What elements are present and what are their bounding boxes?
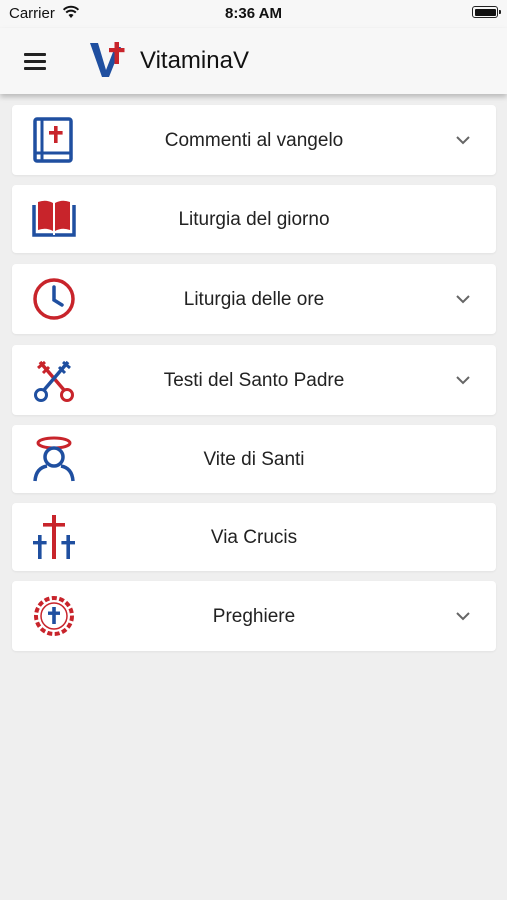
- list-item-label: Via Crucis: [210, 527, 298, 548]
- chevron-down-icon[interactable]: [455, 291, 471, 307]
- list-item[interactable]: Via Crucis: [12, 503, 496, 571]
- list-item-label: Liturgia del giorno: [178, 209, 330, 230]
- battery-icon: [472, 6, 501, 18]
- app-title: VitaminaV: [140, 47, 249, 74]
- app-bar: VitaminaV: [0, 28, 507, 94]
- list-item-label: Testi del Santo Padre: [163, 370, 345, 391]
- list-item-label: Vite di Santi: [203, 449, 305, 470]
- chevron-down-icon[interactable]: [455, 132, 471, 148]
- list-item[interactable]: Testi del Santo Padre: [12, 345, 496, 415]
- status-bar: Carrier 8:36 AM: [0, 0, 507, 28]
- chevron-down-icon[interactable]: [455, 608, 471, 624]
- list-item[interactable]: Liturgia delle ore: [12, 264, 496, 334]
- list-item[interactable]: Liturgia del giorno: [12, 185, 496, 253]
- list-item-label: Preghiere: [212, 606, 296, 627]
- vitaminav-logo: [90, 42, 125, 77]
- hamburger-icon: [24, 53, 46, 56]
- list-item-label: Liturgia delle ore: [183, 289, 325, 310]
- chevron-down-icon[interactable]: [455, 372, 471, 388]
- status-time: 8:36 AM: [225, 5, 282, 22]
- list-item[interactable]: Commenti al vangelo: [12, 105, 496, 175]
- list-item-label: Commenti al vangelo: [164, 130, 344, 151]
- menu-button[interactable]: [18, 46, 52, 76]
- list-item[interactable]: Vite di Santi: [12, 425, 496, 493]
- list-item[interactable]: Preghiere: [12, 581, 496, 651]
